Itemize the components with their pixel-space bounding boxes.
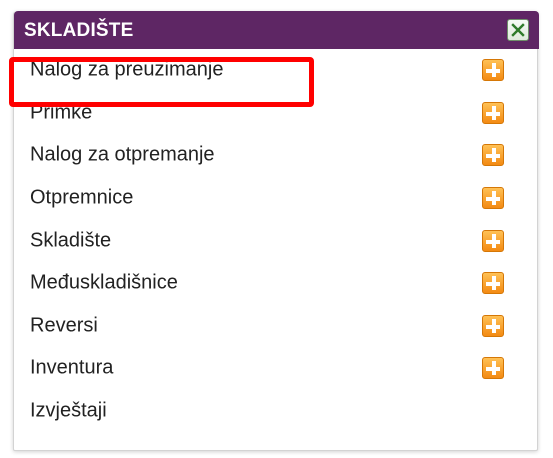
plus-icon[interactable] <box>482 272 504 295</box>
menu-item-label: Skladište <box>30 229 112 252</box>
menu-item-label: Inventura <box>30 356 114 379</box>
plus-icon[interactable] <box>482 357 504 380</box>
plus-icon[interactable] <box>482 314 504 337</box>
menu-item-izvjestaji[interactable]: Izvještaji <box>14 390 539 433</box>
panel-title: SKLADIŠTE <box>24 20 134 41</box>
menu-item-meduskladisnice[interactable]: Međuskladišnice <box>14 262 539 305</box>
close-x-icon <box>511 23 525 37</box>
menu-item-label: Reversi <box>30 314 98 337</box>
menu-item-label: Primke <box>30 101 93 124</box>
menu-item-label: Izvještaji <box>30 399 107 422</box>
menu-item-skladiste[interactable]: Skladište <box>14 219 539 262</box>
menu-item-label: Međuskladišnice <box>30 271 178 294</box>
plus-icon[interactable] <box>482 229 504 252</box>
menu-item-nalog-za-preuzimanje[interactable]: Nalog za preuzimanje <box>14 49 539 92</box>
plus-icon[interactable] <box>482 101 504 124</box>
menu-item-otpremnice[interactable]: Otpremnice <box>14 177 539 220</box>
menu-item-nalog-za-otpremanje[interactable]: Nalog za otpremanje <box>14 134 539 177</box>
close-button[interactable] <box>507 19 529 41</box>
warehouse-menu: Nalog za preuzimanje Primke Nalog za otp… <box>14 49 539 432</box>
plus-icon[interactable] <box>482 59 504 82</box>
menu-item-reversi[interactable]: Reversi <box>14 305 539 348</box>
menu-item-primke[interactable]: Primke <box>14 92 539 135</box>
panel-header: SKLADIŠTE <box>14 11 539 49</box>
menu-item-label: Nalog za otpremanje <box>30 143 215 166</box>
menu-item-label: Nalog za preuzimanje <box>30 58 224 81</box>
menu-item-label: Otpremnice <box>30 186 134 209</box>
menu-item-inventura[interactable]: Inventura <box>14 347 539 390</box>
plus-icon[interactable] <box>482 187 504 210</box>
plus-icon[interactable] <box>482 144 504 167</box>
warehouse-panel: SKLADIŠTE Nalog za preuzimanje Primke Na… <box>13 11 539 451</box>
